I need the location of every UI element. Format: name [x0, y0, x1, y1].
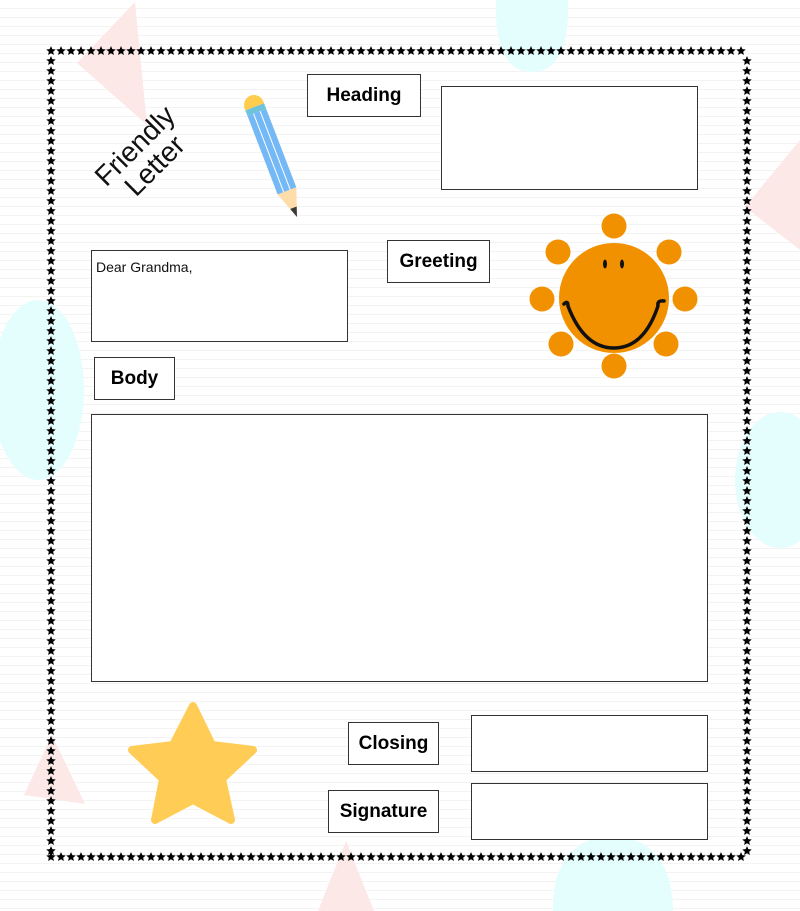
greeting-label: Greeting	[387, 240, 490, 283]
closing-field[interactable]	[471, 715, 708, 772]
star-icon	[128, 702, 257, 824]
pencil-icon	[244, 95, 298, 218]
deco-triangle-right	[745, 140, 800, 250]
smiling-sun-icon	[529, 213, 698, 379]
signature-label: Signature	[328, 790, 439, 833]
heading-label: Heading	[307, 74, 421, 117]
body-field[interactable]	[91, 414, 708, 682]
signature-field[interactable]	[471, 783, 708, 840]
heading-field[interactable]	[441, 86, 698, 190]
body-label: Body	[94, 357, 175, 400]
greeting-field[interactable]: Dear Grandma,	[91, 250, 348, 342]
sun-left-eye	[603, 259, 607, 269]
sun-right-eye	[620, 259, 624, 269]
closing-label: Closing	[348, 722, 439, 765]
